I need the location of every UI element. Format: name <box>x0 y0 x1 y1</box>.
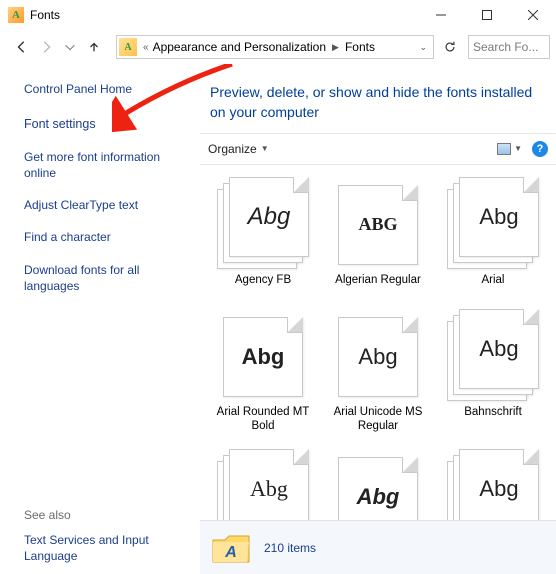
font-preview: Abg <box>217 309 309 401</box>
sidebar: Control Panel Home Font settings Get mor… <box>0 64 200 574</box>
search-input[interactable]: Search Fo... <box>468 35 550 59</box>
sidebar-link-download-fonts[interactable]: Download fonts for all languages <box>24 262 188 294</box>
font-label: Arial Rounded MT Bold <box>210 401 316 444</box>
close-button[interactable] <box>510 0 556 30</box>
see-also-text-services[interactable]: Text Services and Input Language <box>24 532 188 564</box>
font-item[interactable]: AbgBahnschrift <box>440 309 546 444</box>
maximize-button[interactable] <box>464 0 510 30</box>
sidebar-link-find-character[interactable]: Find a character <box>24 229 188 245</box>
sidebar-link-font-settings[interactable]: Font settings <box>24 116 188 133</box>
breadcrumb-fonts[interactable]: Fonts <box>343 40 377 54</box>
control-panel-home-link[interactable]: Control Panel Home <box>24 82 188 96</box>
font-preview: Abg <box>217 177 309 269</box>
font-item[interactable]: AbgArial Rounded MT Bold <box>210 309 316 444</box>
navigation-bar: A « Appearance and Personalization ▶ Fon… <box>0 30 556 64</box>
font-preview: Abg <box>447 309 539 401</box>
main-content: Preview, delete, or show and hide the fo… <box>200 64 556 574</box>
search-placeholder: Search Fo... <box>473 40 538 54</box>
address-bar[interactable]: A « Appearance and Personalization ▶ Fon… <box>116 35 434 59</box>
chevron-right-icon[interactable]: ▶ <box>328 42 343 53</box>
font-label: Algerian Regular <box>325 269 431 303</box>
svg-text:A: A <box>224 544 237 561</box>
refresh-button[interactable] <box>438 35 462 59</box>
font-item[interactable]: AbgAgency FB <box>210 177 316 303</box>
forward-button[interactable] <box>34 35 58 59</box>
window-title: Fonts <box>30 8 60 22</box>
font-item[interactable]: AbgArial <box>440 177 546 303</box>
font-label: Arial <box>440 269 546 303</box>
font-item[interactable]: ABGAlgerian Regular <box>325 177 431 303</box>
overflow-chevron-icon[interactable]: « <box>143 42 149 53</box>
fonts-folder-icon: A <box>119 38 137 56</box>
help-button[interactable]: ? <box>532 141 548 157</box>
view-thumb-icon <box>497 143 511 155</box>
font-preview: ABG <box>332 177 424 269</box>
sidebar-link-more-info[interactable]: Get more font information online <box>24 149 188 181</box>
fonts-grid: AbgAgency FBABGAlgerian RegularAbgArial … <box>200 165 556 574</box>
address-dropdown-icon[interactable]: ⌄ <box>415 42 431 53</box>
sidebar-link-cleartype[interactable]: Adjust ClearType text <box>24 197 188 213</box>
recent-locations-button[interactable] <box>58 35 82 59</box>
back-button[interactable] <box>10 35 34 59</box>
toolbar: Organize ▼ ▼ ? <box>200 133 556 165</box>
chevron-down-icon: ▼ <box>261 144 269 153</box>
font-label: Bahnschrift <box>440 401 546 435</box>
status-item-count: 210 items <box>264 541 316 555</box>
window-controls <box>418 0 556 30</box>
page-heading: Preview, delete, or show and hide the fo… <box>200 64 556 133</box>
fonts-folder-icon: A <box>210 527 252 569</box>
font-preview: Abg <box>447 177 539 269</box>
fonts-app-icon: A <box>8 7 24 23</box>
font-label: Agency FB <box>210 269 316 303</box>
font-item[interactable]: AbgArial Unicode MS Regular <box>325 309 431 444</box>
breadcrumb-appearance[interactable]: Appearance and Personalization <box>151 40 328 54</box>
up-button[interactable] <box>82 35 106 59</box>
view-options-button[interactable]: ▼ <box>497 143 522 155</box>
organize-button[interactable]: Organize ▼ <box>208 142 269 156</box>
titlebar: A Fonts <box>0 0 556 30</box>
organize-label: Organize <box>208 142 257 156</box>
minimize-button[interactable] <box>418 0 464 30</box>
status-bar: A 210 items <box>200 520 556 574</box>
font-preview: Abg <box>332 309 424 401</box>
see-also-header: See also <box>24 508 188 522</box>
font-label: Arial Unicode MS Regular <box>325 401 431 444</box>
chevron-down-icon: ▼ <box>514 144 522 153</box>
